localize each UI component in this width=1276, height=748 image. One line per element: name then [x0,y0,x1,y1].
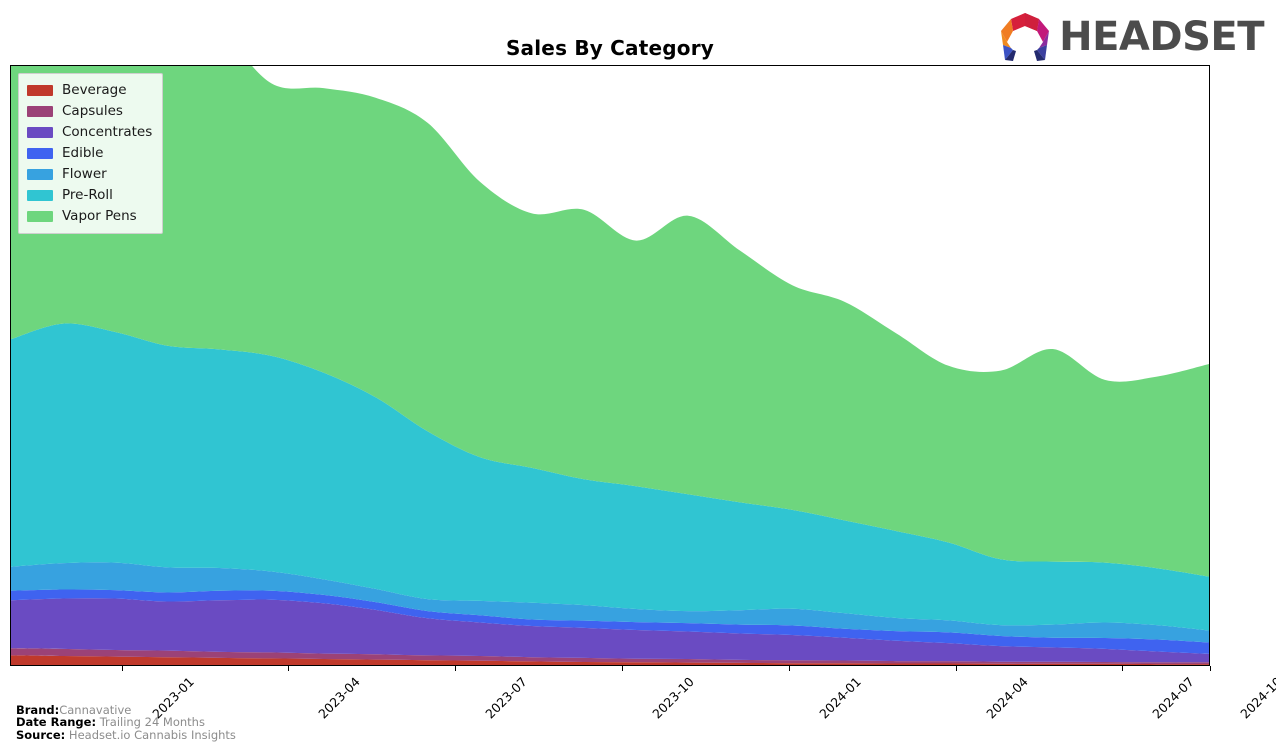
legend-swatch-icon [27,211,53,222]
brand-wordmark: HEADSET [1059,14,1264,60]
legend-label: Beverage [62,81,127,98]
headset-hexagon-logo-icon [1001,13,1050,61]
legend-swatch-icon [27,148,53,159]
x-tick-label: 2024-07 [1149,674,1198,722]
stacked-area-chart [11,66,1209,665]
brand-logo: HEADSET [997,12,1264,62]
x-tick-label: 2024-04 [982,674,1031,722]
x-tick-label: 2024-01 [816,674,864,722]
legend-label: Capsules [62,102,123,119]
x-tick-label: 2023-07 [482,674,531,722]
legend-item-flower[interactable]: Flower [27,165,152,184]
x-tick-mark [121,666,123,671]
legend-swatch-icon [27,127,53,138]
legend-swatch-icon [27,169,53,180]
footer-metadata: Brand:Cannavative Date Range: Trailing 2… [16,703,236,742]
x-tick-mark [955,666,957,671]
x-tick-mark [1210,666,1211,671]
x-tick-mark [288,666,290,671]
legend-swatch-icon [27,190,53,201]
x-tick-mark [622,666,623,671]
legend-swatch-icon [27,106,53,117]
legend-item-concentrates[interactable]: Concentrates [27,123,152,142]
legend-swatch-icon [27,85,53,96]
legend-label: Vapor Pens [62,207,137,224]
x-tick-label: 2023-10 [649,674,697,722]
legend-item-pre-roll[interactable]: Pre-Roll [27,186,152,205]
legend-label: Edible [62,144,104,161]
legend-item-edible[interactable]: Edible [27,144,152,163]
legend-label: Flower [62,165,107,182]
chart-page: Sales By Category HEADSET Beverage Capsul… [0,0,1276,748]
plot-area [10,65,1210,666]
legend-item-beverage[interactable]: Beverage [27,81,152,100]
legend-item-vapor-pens[interactable]: Vapor Pens [27,207,152,226]
x-tick-label: 2023-04 [315,674,364,722]
footer-source-value: Headset.io Cannabis Insights [68,728,236,743]
x-tick-mark [1122,666,1124,671]
footer-source-key: Source: [16,728,66,743]
x-tick-mark [455,666,457,671]
x-tick-label: 2024-10 [1237,674,1276,722]
x-tick-mark [788,666,790,671]
legend-label: Pre-Roll [62,186,113,203]
legend: Beverage Capsules Concentrates Edible Flower… [18,73,164,234]
legend-item-capsules[interactable]: Capsules [27,102,152,121]
footer-source: Source: Headset.io Cannabis Insights [16,729,236,742]
legend-label: Concentrates [62,123,153,140]
